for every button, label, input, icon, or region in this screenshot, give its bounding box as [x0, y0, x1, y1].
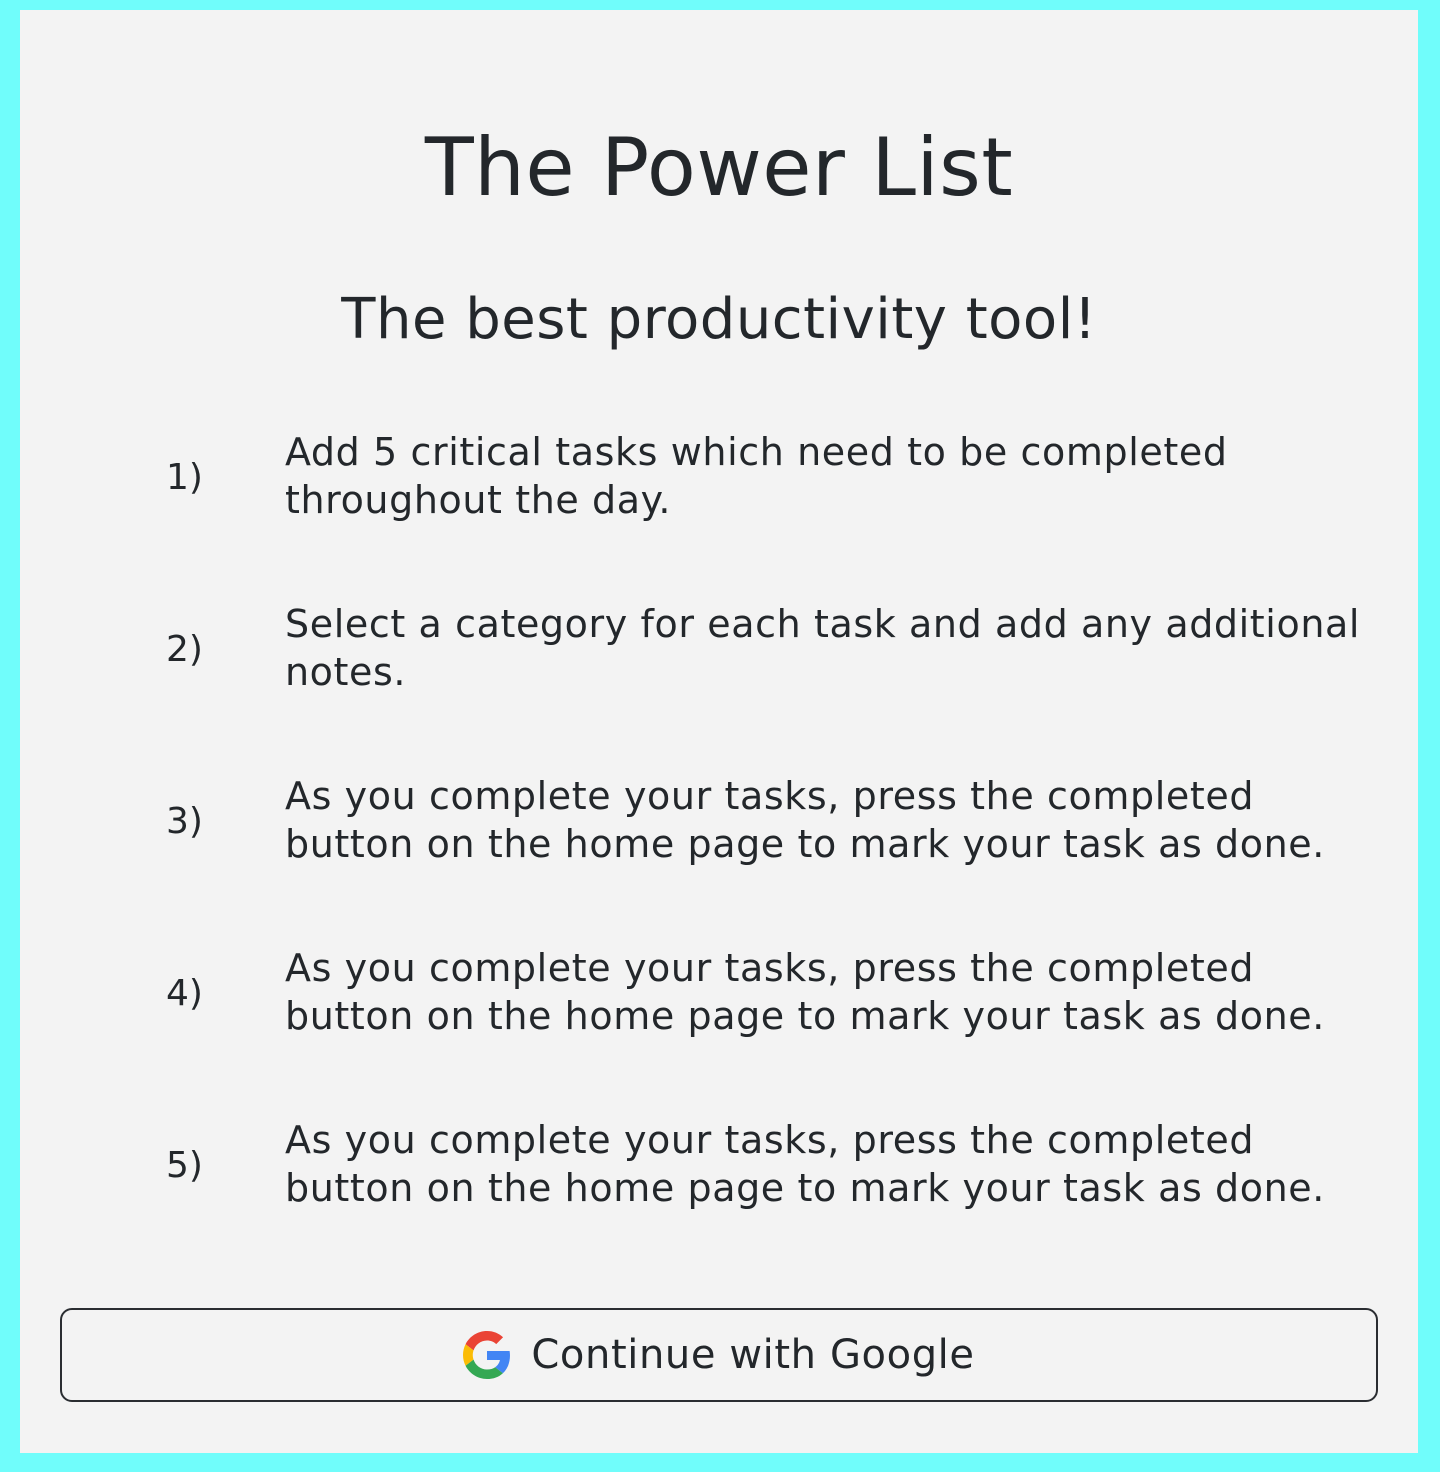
list-item: 1) Add 5 critical tasks which need to be…: [20, 428, 1418, 600]
step-text: Add 5 critical tasks which need to be co…: [285, 430, 1228, 522]
step-text: As you complete your tasks, press the co…: [285, 774, 1325, 866]
google-icon: [463, 1331, 511, 1379]
step-number: 4): [166, 973, 203, 1014]
step-number: 1): [166, 457, 203, 498]
step-text: Select a category for each task and add …: [285, 602, 1361, 694]
step-number: 2): [166, 629, 203, 670]
page-subtitle: The best productivity tool!: [341, 287, 1097, 352]
page-title: The Power List: [424, 121, 1014, 214]
list-item: 2) Select a category for each task and a…: [20, 600, 1418, 772]
welcome-card: The Power List The best productivity too…: [20, 10, 1418, 1453]
list-item: 5) As you complete your tasks, press the…: [20, 1116, 1418, 1288]
instructions-list: 1) Add 5 critical tasks which need to be…: [20, 428, 1418, 1288]
list-item: 3) As you complete your tasks, press the…: [20, 772, 1418, 944]
continue-with-google-button[interactable]: Continue with Google: [60, 1308, 1378, 1402]
step-text: As you complete your tasks, press the co…: [285, 946, 1325, 1038]
list-item: 4) As you complete your tasks, press the…: [20, 944, 1418, 1116]
step-number: 5): [166, 1145, 203, 1186]
google-button-label: Continue with Google: [531, 1332, 975, 1378]
step-number: 3): [166, 801, 203, 842]
step-text: As you complete your tasks, press the co…: [285, 1118, 1325, 1210]
